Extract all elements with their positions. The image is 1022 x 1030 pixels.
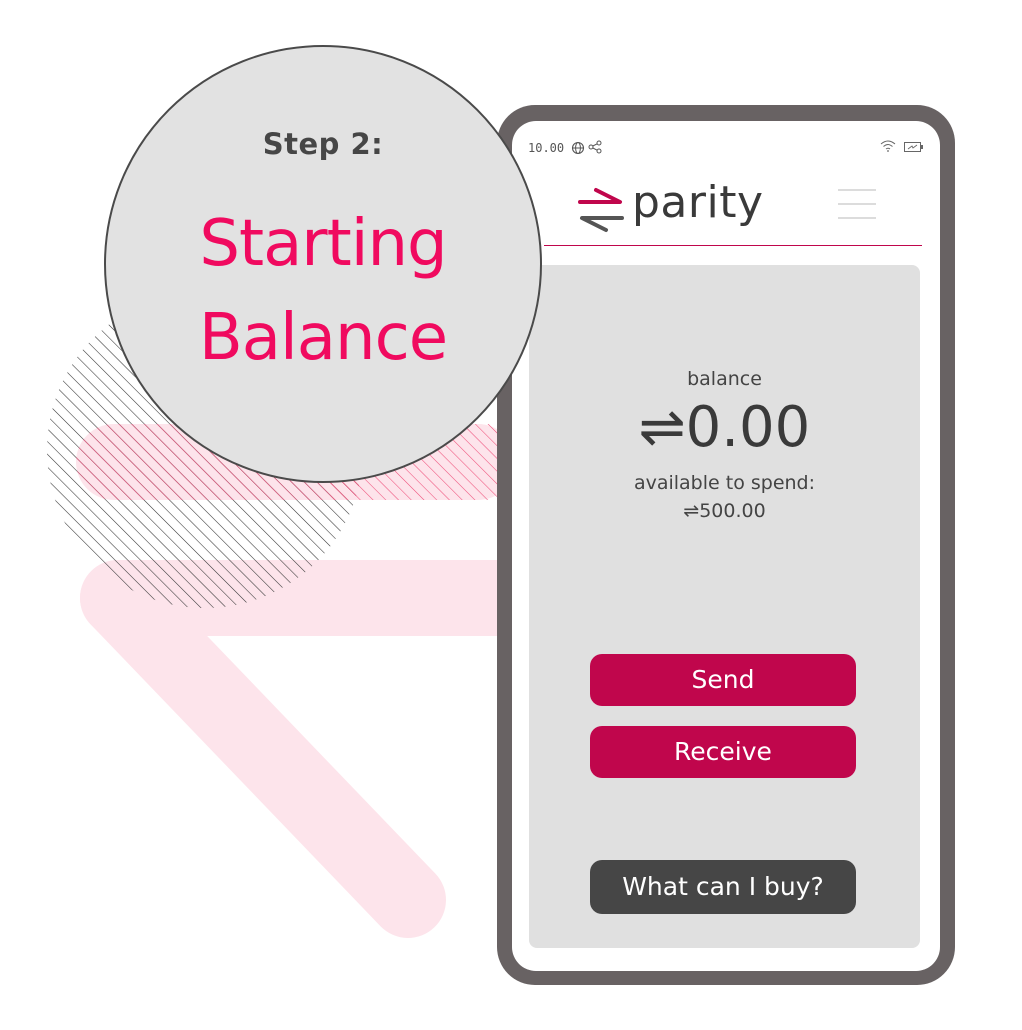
header-divider [544, 245, 922, 246]
balance-label: balance [687, 368, 762, 390]
hamburger-menu-icon[interactable] [838, 187, 878, 221]
what-can-i-buy-button[interactable]: What can I buy? [590, 860, 856, 914]
status-bar: 10.00 [528, 139, 924, 159]
available-to-spend-amount: ⇌500.00 [683, 500, 766, 522]
step-title-line-2: Balance [198, 301, 448, 375]
balance-card: balance ⇌0.00 available to spend: ⇌500.0… [529, 265, 920, 948]
app-header: parity [512, 169, 940, 251]
step-title-line-1: Starting [199, 207, 447, 281]
parity-logo-icon [578, 188, 624, 232]
globe-icon [571, 141, 585, 155]
phone-screen: 10.00 parity balance ⇌0.00 available to … [512, 121, 940, 971]
share-icon [588, 140, 602, 154]
wifi-icon [880, 140, 896, 152]
step-callout: Step 2: Starting Balance [104, 45, 542, 483]
send-button[interactable]: Send [590, 654, 856, 706]
battery-icon [904, 142, 923, 152]
step-label: Step 2: [262, 127, 384, 161]
balance-amount: ⇌0.00 [638, 395, 811, 460]
available-to-spend-label: available to spend: [633, 472, 816, 494]
step-title: Starting Balance [106, 197, 540, 385]
brand-name: parity [632, 177, 764, 228]
phone-frame: 10.00 parity balance ⇌0.00 available to … [497, 105, 955, 985]
receive-button[interactable]: Receive [590, 726, 856, 778]
